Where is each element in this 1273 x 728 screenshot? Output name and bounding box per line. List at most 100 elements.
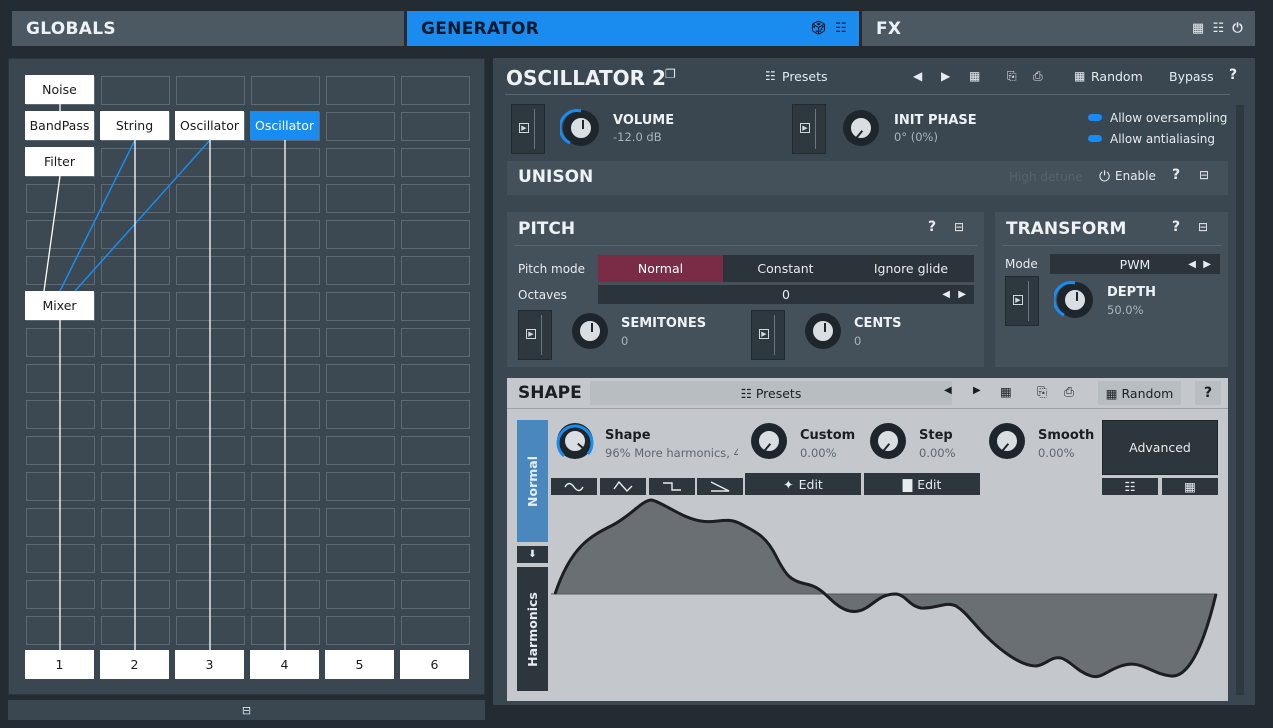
copy-icon[interactable]: ⎘ bbox=[1037, 384, 1047, 400]
matrix-slot[interactable] bbox=[401, 76, 470, 105]
matrix-slot[interactable] bbox=[401, 256, 470, 285]
matrix-slot[interactable] bbox=[176, 544, 245, 573]
matrix-slot[interactable] bbox=[401, 184, 470, 213]
matrix-slot[interactable] bbox=[326, 364, 395, 393]
cents-modulator-slot[interactable]: ▶ bbox=[751, 310, 785, 360]
advanced-button[interactable]: Advanced bbox=[1102, 420, 1218, 475]
matrix-slot[interactable] bbox=[326, 472, 395, 501]
module-oscillator-1[interactable]: Oscillator bbox=[175, 111, 244, 140]
octaves-decrease-icon[interactable]: ◀ bbox=[942, 289, 950, 300]
shape-knob[interactable] bbox=[556, 423, 594, 459]
mode-prev-icon[interactable]: ◀ bbox=[1188, 259, 1196, 270]
matrix-slot[interactable] bbox=[26, 472, 95, 501]
matrix-slot[interactable] bbox=[176, 184, 245, 213]
matrix-slot[interactable] bbox=[101, 616, 170, 645]
matrix-slot[interactable] bbox=[401, 220, 470, 249]
waveform-display[interactable] bbox=[551, 496, 1221, 696]
matrix-slot[interactable] bbox=[26, 580, 95, 609]
step-edit-button[interactable]: ▇ Edit bbox=[864, 473, 980, 495]
matrix-slot[interactable] bbox=[26, 400, 95, 429]
matrix-slot[interactable] bbox=[176, 364, 245, 393]
matrix-slot[interactable] bbox=[176, 436, 245, 465]
output-column-5[interactable]: 5 bbox=[325, 650, 394, 679]
shape-random-button[interactable]: ▦ Random bbox=[1098, 381, 1181, 405]
matrix-slot[interactable] bbox=[101, 292, 170, 321]
matrix-slot[interactable] bbox=[101, 400, 170, 429]
matrix-slot[interactable] bbox=[251, 544, 320, 573]
random-button[interactable]: Random bbox=[1091, 69, 1143, 84]
matrix-slot[interactable] bbox=[401, 364, 470, 393]
module-bandpass[interactable]: BandPass bbox=[25, 111, 94, 140]
matrix-slot[interactable] bbox=[101, 436, 170, 465]
matrix-slot[interactable] bbox=[326, 508, 395, 537]
depth-knob[interactable] bbox=[1054, 281, 1093, 318]
prev-preset-icon[interactable]: ◀ bbox=[913, 69, 922, 83]
matrix-slot[interactable] bbox=[101, 148, 170, 177]
matrix-slot[interactable] bbox=[176, 148, 245, 177]
matrix-slot[interactable] bbox=[326, 292, 395, 321]
square-wave-button[interactable] bbox=[649, 478, 695, 495]
step-knob[interactable] bbox=[870, 423, 906, 459]
matrix-slot[interactable] bbox=[176, 400, 245, 429]
matrix-slot[interactable] bbox=[401, 472, 470, 501]
matrix-slot[interactable] bbox=[176, 580, 245, 609]
matrix-slot[interactable] bbox=[251, 328, 320, 357]
volume-knob[interactable] bbox=[560, 109, 599, 146]
cents-knob[interactable] bbox=[805, 313, 841, 349]
matrix-slot[interactable] bbox=[326, 544, 395, 573]
paste-icon[interactable]: ⎙ bbox=[1033, 69, 1043, 84]
tab-generator[interactable]: GENERATOR 🎲︎ ☷ bbox=[407, 11, 859, 46]
matrix-slot[interactable] bbox=[26, 436, 95, 465]
matrix-slot[interactable] bbox=[101, 220, 170, 249]
matrix-slot[interactable] bbox=[251, 292, 320, 321]
matrix-slot[interactable] bbox=[326, 184, 395, 213]
module-oscillator-2[interactable]: Oscillator bbox=[250, 111, 319, 140]
matrix-slot[interactable] bbox=[26, 256, 95, 285]
matrix-slot[interactable] bbox=[176, 328, 245, 357]
triangle-wave-button[interactable] bbox=[600, 478, 646, 495]
grid-menu-icon[interactable]: ☷ bbox=[1212, 21, 1224, 36]
matrix-slot[interactable] bbox=[326, 256, 395, 285]
advanced-dice-button[interactable]: ▦ bbox=[1162, 478, 1218, 495]
presets-button[interactable]: Presets bbox=[782, 69, 828, 84]
down-arrow-button[interactable]: ⬇ bbox=[517, 546, 548, 563]
matrix-slot[interactable] bbox=[176, 220, 245, 249]
help-icon[interactable]: ? bbox=[1229, 67, 1237, 83]
matrix-slot[interactable] bbox=[26, 364, 95, 393]
semitones-knob[interactable] bbox=[572, 313, 608, 349]
sine-wave-button[interactable] bbox=[551, 478, 597, 495]
help-icon[interactable]: ? bbox=[1195, 381, 1221, 405]
output-column-3[interactable]: 3 bbox=[175, 650, 244, 679]
matrix-collapse-button[interactable]: ⊟ bbox=[8, 700, 485, 720]
power-icon[interactable]: ⏻ bbox=[1232, 21, 1243, 36]
output-column-4[interactable]: 4 bbox=[250, 650, 319, 679]
matrix-slot[interactable] bbox=[251, 508, 320, 537]
matrix-slot[interactable] bbox=[401, 508, 470, 537]
octaves-increase-icon[interactable]: ▶ bbox=[958, 289, 966, 300]
matrix-slot[interactable] bbox=[326, 76, 395, 105]
matrix-slot[interactable] bbox=[401, 148, 470, 177]
matrix-slot[interactable] bbox=[251, 400, 320, 429]
matrix-slot[interactable] bbox=[251, 436, 320, 465]
next-preset-icon[interactable]: ▶ bbox=[973, 385, 981, 396]
matrix-slot[interactable] bbox=[326, 616, 395, 645]
matrix-slot[interactable] bbox=[101, 256, 170, 285]
matrix-slot[interactable] bbox=[401, 580, 470, 609]
pitch-mode-constant[interactable]: Constant bbox=[723, 255, 848, 282]
matrix-slot[interactable] bbox=[326, 112, 395, 141]
dice-icon[interactable]: 🎲︎ bbox=[810, 21, 827, 36]
matrix-slot[interactable] bbox=[26, 328, 95, 357]
dice-icon[interactable]: ▦ bbox=[1000, 384, 1012, 399]
semitones-modulator-slot[interactable]: ▶ bbox=[518, 310, 552, 360]
matrix-slot[interactable] bbox=[401, 400, 470, 429]
help-icon[interactable]: ? bbox=[928, 219, 936, 235]
matrix-slot[interactable] bbox=[176, 256, 245, 285]
dice-icon[interactable]: ▦ bbox=[969, 69, 980, 83]
copy-icon[interactable]: ⎘ bbox=[1007, 69, 1017, 84]
next-preset-icon[interactable]: ▶ bbox=[941, 69, 950, 83]
bypass-button[interactable]: Bypass bbox=[1169, 69, 1214, 84]
matrix-slot[interactable] bbox=[401, 544, 470, 573]
matrix-slot[interactable] bbox=[26, 508, 95, 537]
tab-harmonics[interactable]: Harmonics bbox=[517, 567, 548, 691]
init-phase-modulator-slot[interactable]: ▶ bbox=[792, 104, 826, 154]
